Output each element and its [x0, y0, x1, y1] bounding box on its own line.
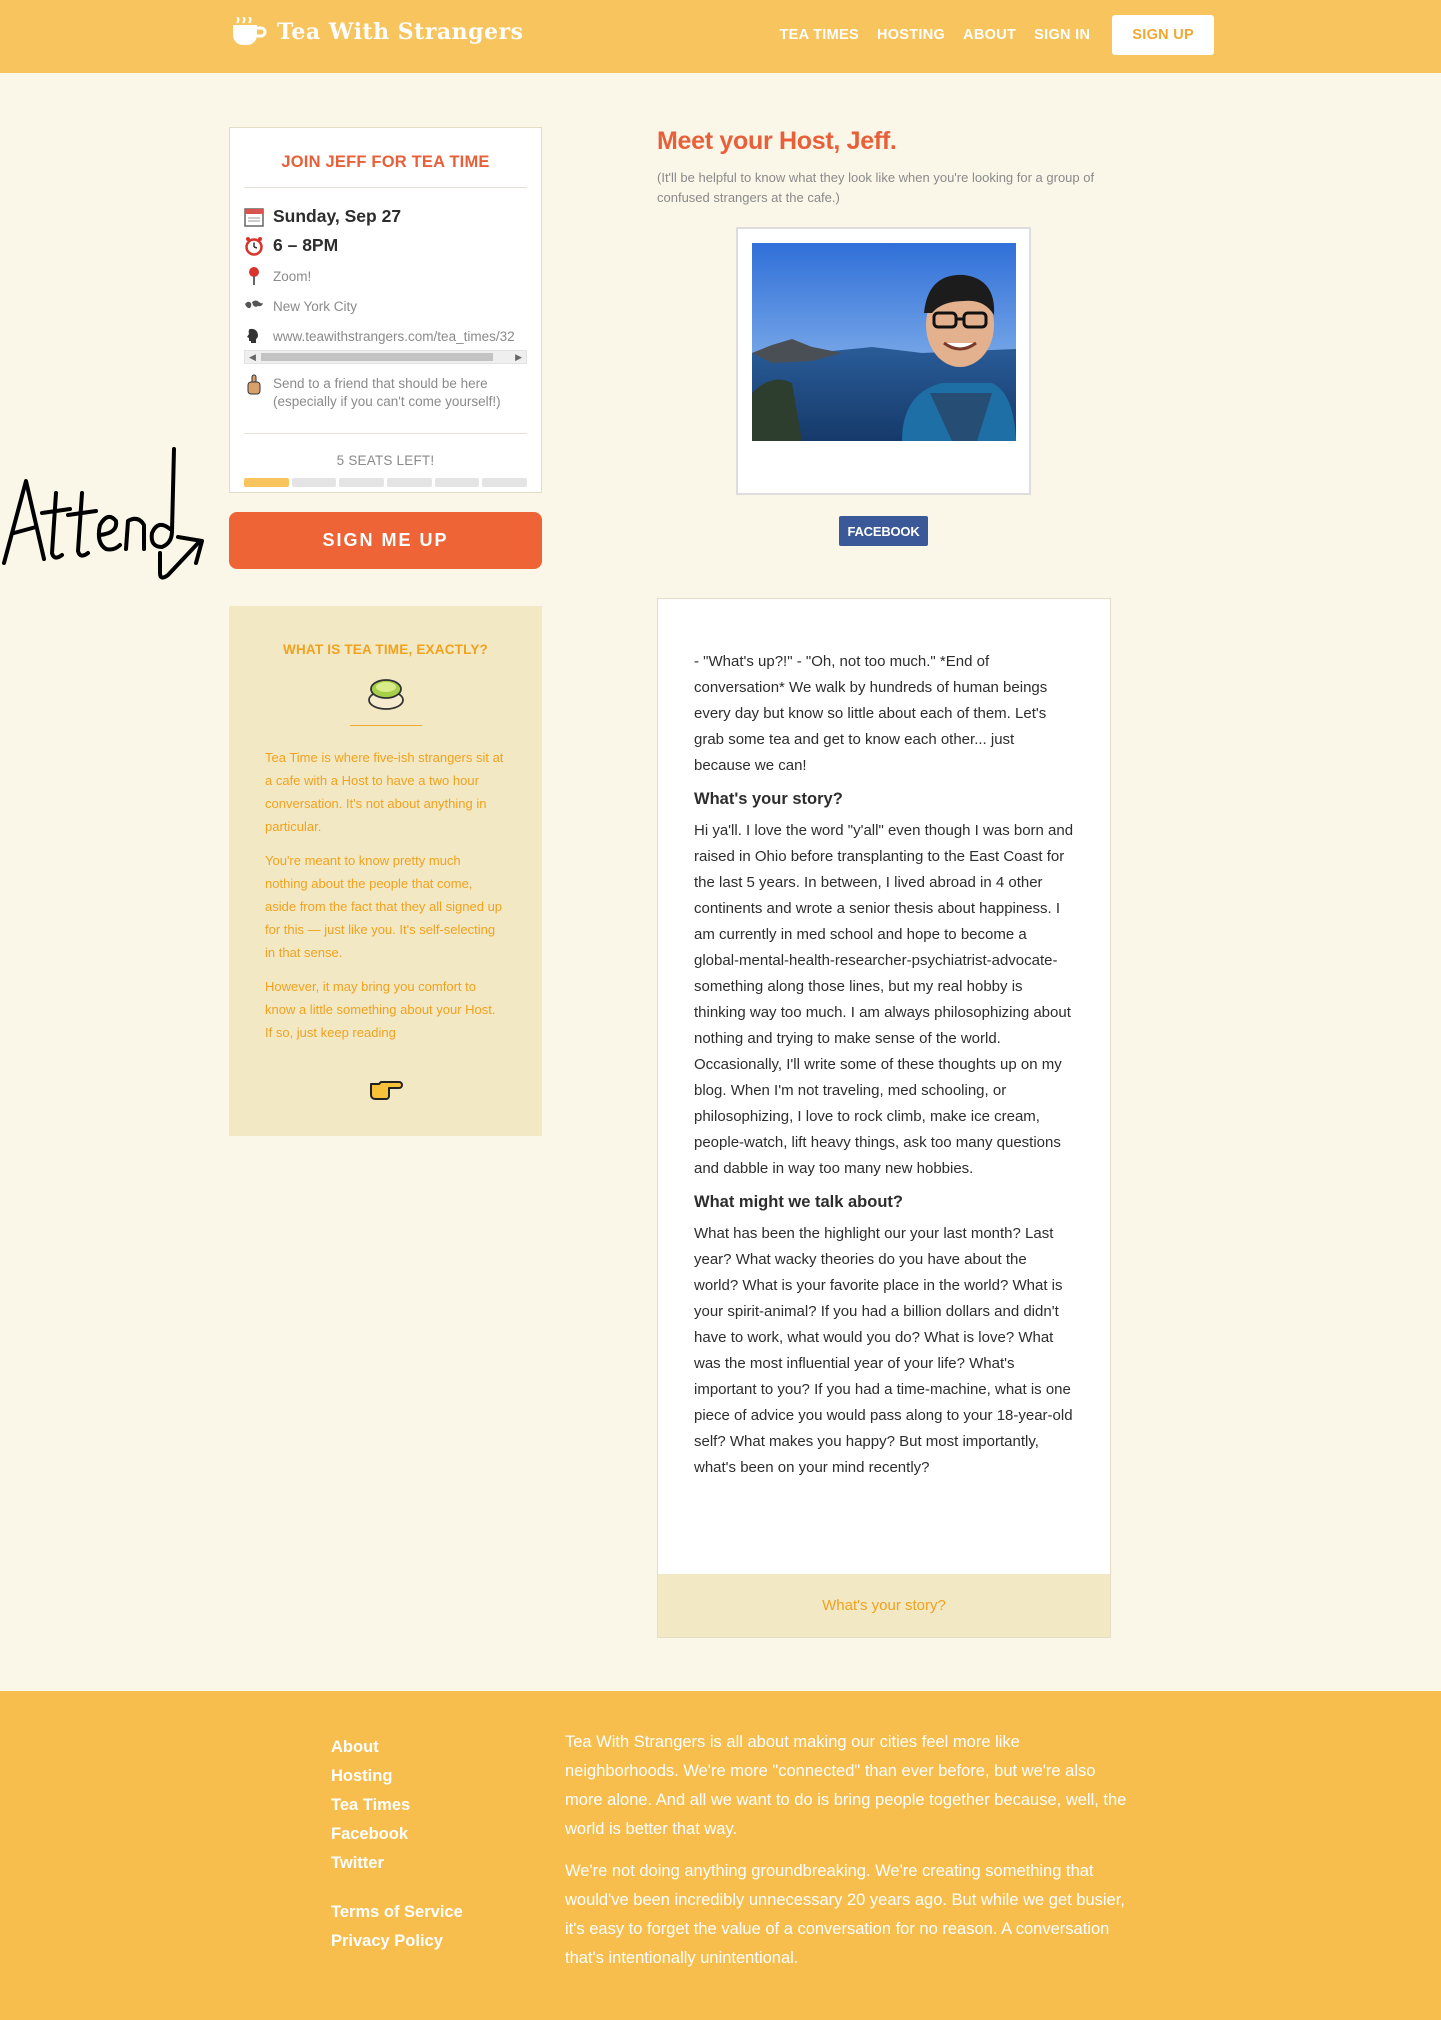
story-intro: - "What's up?!" - "Oh, not too much." *E…	[694, 653, 1048, 774]
site-footer: About Hosting Tea Times Facebook Twitter…	[0, 1691, 1441, 2020]
site-logo[interactable]: Tea With Strangers	[229, 14, 524, 50]
seat-segment	[482, 478, 528, 487]
scroll-left-arrow-icon[interactable]: ◀	[249, 351, 256, 363]
footer-about-text: Tea With Strangers is all about making o…	[565, 1728, 1130, 1973]
send-to-friend-note: Send to a friend that should be here (es…	[273, 375, 501, 411]
event-time: 6 – 8PM	[273, 235, 339, 255]
logo-text: Tea With Strangers	[277, 19, 524, 45]
speaking-head-icon	[244, 326, 264, 346]
footer-link-facebook[interactable]: Facebook	[331, 1820, 463, 1849]
event-share-url[interactable]: www.teawithstrangers.com/tea_times/32	[273, 329, 515, 344]
scrollbar-thumb[interactable]	[261, 353, 493, 361]
event-city-row: New York City	[244, 296, 527, 316]
tea-cup-icon	[265, 676, 506, 710]
story-heading-2: What might we talk about?	[694, 1193, 903, 1211]
event-location: Zoom!	[273, 268, 312, 284]
explainer-title: WHAT IS TEA TIME, EXACTLY?	[283, 642, 488, 657]
pointing-hand-icon	[265, 1074, 506, 1100]
footer-link-privacy[interactable]: Privacy Policy	[331, 1927, 463, 1956]
story-body: - "What's up?!" - "Oh, not too much." *E…	[658, 599, 1110, 1481]
calendar-icon	[244, 207, 264, 227]
send-to-friend-row: Send to a friend that should be here (es…	[244, 374, 527, 411]
story-paragraph-1: Hi ya'll. I love the word "y'all" even t…	[694, 822, 1074, 1177]
explainer-divider	[349, 725, 422, 726]
nav-sign-in[interactable]: SIGN IN	[1034, 27, 1090, 43]
scroll-right-arrow-icon[interactable]: ▶	[515, 351, 522, 363]
story-heading-1: What's your story?	[694, 790, 843, 808]
world-map-icon	[244, 296, 264, 316]
footer-paragraph-1: Tea With Strangers is all about making o…	[565, 1733, 1127, 1838]
pushpin-icon	[244, 266, 264, 286]
pointing-finger-icon	[244, 374, 264, 395]
seat-segment	[339, 478, 385, 487]
event-card-title: JOIN JEFF FOR TEA TIME	[244, 128, 527, 188]
nav-hosting[interactable]: HOSTING	[877, 27, 945, 43]
host-story-card: - "What's up?!" - "Oh, not too much." *E…	[657, 598, 1111, 1638]
footer-paragraph-2: We're not doing anything groundbreaking.…	[565, 1862, 1125, 1967]
attend-handwritten-scribble	[2, 447, 204, 580]
footer-links: About Hosting Tea Times Facebook Twitter…	[331, 1733, 463, 1956]
main-nav: TEA TIMES HOSTING ABOUT SIGN IN SIGN UP	[779, 15, 1214, 55]
footer-link-terms[interactable]: Terms of Service	[331, 1898, 463, 1927]
explainer-paragraph-2: You're meant to know pretty much nothing…	[265, 853, 503, 960]
footer-link-about[interactable]: About	[331, 1733, 463, 1762]
footer-link-hosting[interactable]: Hosting	[331, 1762, 463, 1791]
tea-time-explainer: WHAT IS TEA TIME, EXACTLY? Tea Time is w…	[229, 606, 542, 1136]
event-date: Sunday, Sep 27	[273, 206, 402, 226]
sign-up-button[interactable]: SIGN UP	[1112, 15, 1214, 55]
seats-progress-bar	[244, 478, 528, 487]
event-url-row: www.teawithstrangers.com/tea_times/32	[244, 326, 527, 346]
seat-segment	[387, 478, 432, 487]
url-horizontal-scrollbar[interactable]: ◀ ▶	[244, 350, 527, 364]
top-navigation-bar: Tea With Strangers TEA TIMES HOSTING ABO…	[0, 0, 1441, 73]
sign-me-up-button[interactable]: SIGN ME UP	[229, 512, 542, 569]
whats-your-story-link[interactable]: What's your story?	[658, 1574, 1110, 1637]
card-divider	[244, 433, 527, 434]
facebook-profile-button[interactable]: FACEBOOK	[839, 516, 928, 546]
event-city: New York City	[273, 298, 358, 314]
nav-about[interactable]: ABOUT	[963, 27, 1016, 43]
seat-segment	[434, 478, 480, 487]
footer-link-twitter[interactable]: Twitter	[331, 1849, 463, 1878]
host-subtitle: (It'll be helpful to know what they look…	[657, 170, 1095, 205]
explainer-paragraph-3: However, it may bring you comfort to kno…	[265, 979, 496, 1040]
host-photo	[752, 243, 1016, 441]
nav-tea-times[interactable]: TEA TIMES	[779, 27, 859, 43]
event-location-row: Zoom!	[244, 266, 527, 286]
event-date-row: Sunday, Sep 27	[244, 206, 527, 227]
seat-segment	[244, 478, 289, 487]
alarm-clock-icon	[244, 236, 264, 256]
footer-link-tea-times[interactable]: Tea Times	[331, 1791, 463, 1820]
event-card: JOIN JEFF FOR TEA TIME Sunday, Sep 27 6 …	[229, 127, 542, 493]
host-heading: Meet your Host, Jeff.	[657, 127, 897, 155]
story-paragraph-2: What has been the highlight our your las…	[694, 1225, 1073, 1476]
send-note-line-2: (especially if you can't come yourself!)	[273, 394, 501, 409]
seat-segment	[291, 478, 337, 487]
host-photo-frame	[736, 227, 1031, 495]
footer-links-gap	[331, 1878, 463, 1898]
explainer-paragraph-1: Tea Time is where five-ish strangers sit…	[265, 750, 504, 834]
teacup-logo-icon	[229, 17, 269, 47]
seats-left-label: 5 SEATS LEFT!	[336, 453, 435, 468]
event-time-row: 6 – 8PM	[244, 235, 527, 256]
send-note-line-1: Send to a friend that should be here	[273, 376, 488, 391]
